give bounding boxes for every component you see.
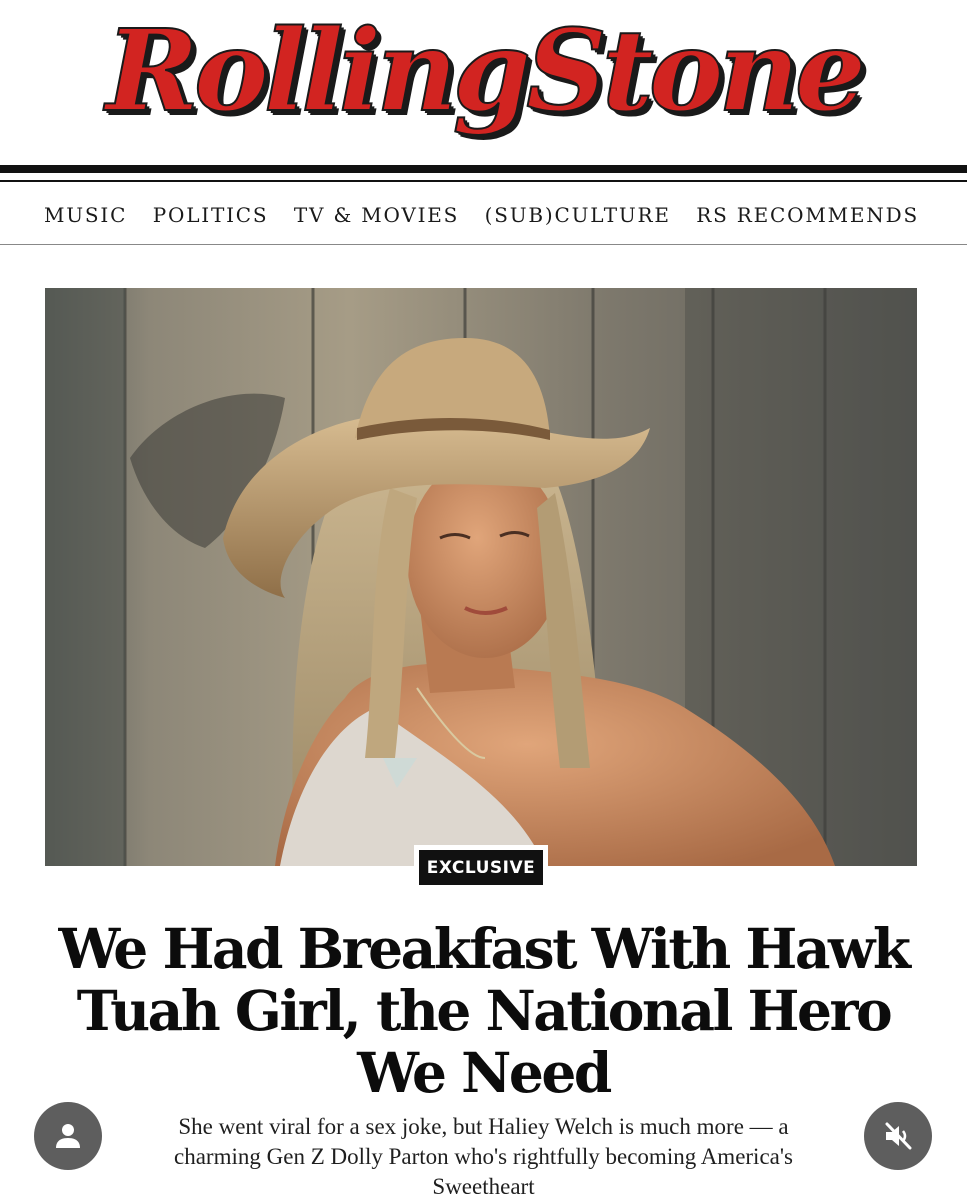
masthead: RollingStone [0,0,967,160]
nav-item-rs-recommends[interactable]: RS RECOMMENDS [696,203,919,227]
article-dek: She went viral for a sex joke, but Halie… [174,1114,793,1199]
hero-photo [45,288,917,866]
exclusive-badge: EXCLUSIVE [414,845,548,890]
nav-rule [0,244,967,245]
nav-item-tv-movies[interactable]: TV & MOVIES [294,203,459,227]
rolling-stone-logo[interactable]: RollingStone [105,15,867,129]
mute-button[interactable] [864,1102,932,1170]
masthead-rule-thick [0,165,967,173]
nav-item-politics[interactable]: POLITICS [153,203,269,227]
article-headline[interactable]: We Had Breakfast With Hawk Tuah Girl, th… [40,918,927,1104]
masthead-rule-thin [0,180,967,182]
profile-button[interactable] [34,1102,102,1170]
hero-photo-illustration [45,288,917,866]
user-icon [56,1124,80,1148]
nav-item-subculture[interactable]: (SUB)CULTURE [485,203,671,227]
nav-item-music[interactable]: MUSIC [44,203,127,227]
main-nav: MUSIC POLITICS TV & MOVIES (SUB)CULTURE … [44,190,919,240]
speaker-muted-icon [885,1122,912,1150]
